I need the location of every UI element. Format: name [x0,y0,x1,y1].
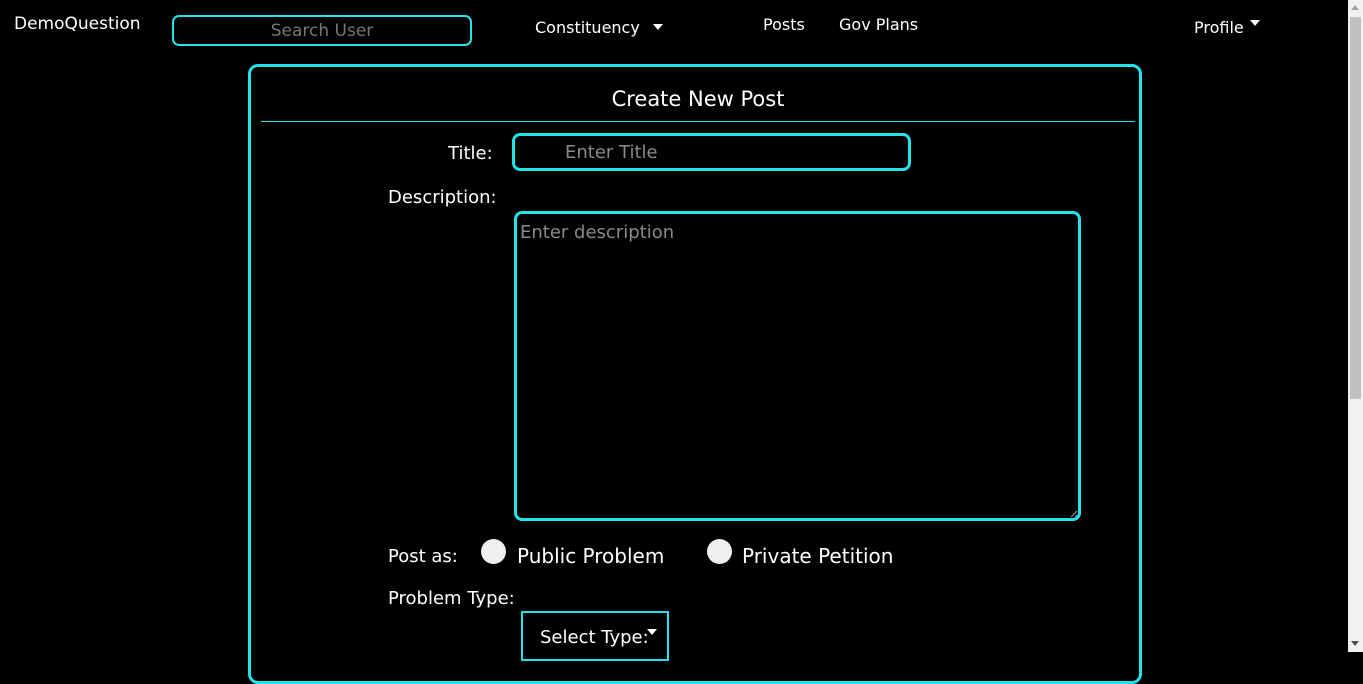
chevron-down-icon [652,24,663,30]
problem-type-select-value: Select Type: [540,627,649,648]
scroll-up-arrow-icon[interactable] [1351,5,1359,10]
nav-posts-link[interactable]: Posts [763,15,805,34]
profile-label: Profile [1194,18,1244,37]
private-petition-radio[interactable] [707,539,732,564]
brand-link[interactable]: DemoQuestion [14,14,141,34]
chevron-down-icon [647,629,657,635]
public-problem-label[interactable]: Public Problem [517,544,664,568]
scrollbar-thumb[interactable] [1350,17,1361,399]
constituency-label: Constituency [535,18,640,37]
problem-type-select[interactable]: Select Type: [521,611,669,661]
chevron-down-icon [1249,20,1260,26]
description-label: Description: [388,187,497,208]
nav-gov-plans-link[interactable]: Gov Plans [839,15,918,34]
heading-divider [261,121,1135,122]
scroll-down-arrow-icon[interactable] [1351,641,1359,646]
navbar: DemoQuestion Constituency Posts Gov Plan… [0,0,1348,60]
card-heading: Create New Post [611,87,785,111]
constituency-dropdown[interactable]: Constituency [535,18,663,37]
search-user-input[interactable] [172,15,472,46]
problem-type-label: Problem Type: [388,588,515,609]
profile-dropdown[interactable]: Profile [1194,18,1260,37]
private-petition-label[interactable]: Private Petition [742,544,893,568]
title-input[interactable] [512,133,911,171]
page-scrollbar[interactable] [1348,0,1363,652]
post-as-label: Post as: [388,546,458,567]
title-label: Title: [448,143,493,164]
public-problem-radio[interactable] [481,539,506,564]
description-textarea[interactable] [514,211,1081,521]
